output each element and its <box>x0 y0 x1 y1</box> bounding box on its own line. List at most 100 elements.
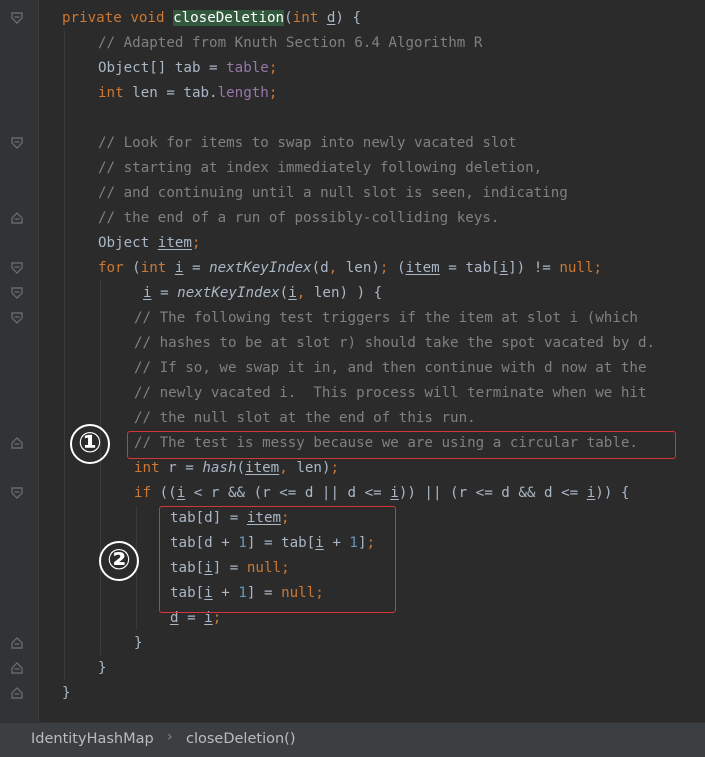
code-line[interactable]: } <box>62 681 71 706</box>
code-line[interactable]: Object item; <box>98 231 201 256</box>
code-token: ; <box>593 260 603 276</box>
code-token: i <box>586 485 596 501</box>
indent-guide <box>64 31 65 680</box>
annotation-marker-1: ① <box>70 424 110 464</box>
code-token: // starting at index immediately followi… <box>98 160 543 176</box>
code-token: // hashes to be at slot r) should take t… <box>134 335 656 351</box>
code-token: i <box>176 485 186 501</box>
fold-end-icon[interactable] <box>11 437 23 449</box>
code-token: = <box>151 285 178 301</box>
code-token: closeDeletion <box>173 10 285 26</box>
fold-collapse-icon[interactable] <box>11 312 23 324</box>
code-line[interactable]: Object[] tab = table; <box>98 56 277 81</box>
code-line[interactable]: // and continuing until a null slot is s… <box>98 181 568 206</box>
code-token: < r && (r <= d || d <= <box>185 485 391 501</box>
code-token: r = <box>168 460 203 476</box>
code-line[interactable]: // newly vacated i. This process will te… <box>134 381 647 406</box>
code-token: int <box>292 10 327 26</box>
code-token: int <box>140 260 175 276</box>
fold-collapse-icon[interactable] <box>11 487 23 499</box>
code-token: item <box>245 460 280 476</box>
fold-end-icon[interactable] <box>11 637 23 649</box>
code-token: )) || (r <= d && d <= <box>398 485 587 501</box>
code-token: ( <box>284 10 293 26</box>
code-token: (d <box>311 260 329 276</box>
code-token: void <box>130 10 174 26</box>
fold-end-icon[interactable] <box>11 662 23 674</box>
fold-end-icon[interactable] <box>11 687 23 699</box>
highlight-box-comment <box>127 431 676 459</box>
code-token: i <box>390 485 399 501</box>
code-token: Object <box>98 235 158 251</box>
chevron-right-icon: › <box>167 729 173 745</box>
fold-collapse-icon[interactable] <box>11 12 23 24</box>
breadcrumb-method[interactable]: closeDeletion() <box>186 731 295 747</box>
code-line[interactable]: // hashes to be at slot r) should take t… <box>134 331 655 356</box>
editor-gutter <box>0 0 39 722</box>
code-editor[interactable]: private void closeDeletion(int d) {// Ad… <box>0 0 705 722</box>
code-token: len) ) { <box>313 285 383 301</box>
code-token: // the end of a run of possibly-collidin… <box>98 210 500 226</box>
fold-collapse-icon[interactable] <box>11 262 23 274</box>
code-token: , <box>328 260 346 276</box>
code-line[interactable]: // starting at index immediately followi… <box>98 156 542 181</box>
highlight-box-swap-block <box>159 506 396 613</box>
fold-end-icon[interactable] <box>11 212 23 224</box>
code-token: } <box>62 685 71 701</box>
code-token: ) { <box>335 10 361 26</box>
code-token: // The following test triggers if the it… <box>134 310 638 326</box>
code-token: hash <box>202 460 237 476</box>
fold-collapse-icon[interactable] <box>11 137 23 149</box>
code-token: len = tab. <box>132 85 218 101</box>
code-token: i <box>143 285 152 301</box>
code-token: nextKeyIndex <box>209 260 312 276</box>
code-token: len) <box>296 460 331 476</box>
code-token: ( <box>279 285 289 301</box>
code-line[interactable]: if ((i < r && (r <= d || d <= i)) || (r … <box>134 481 629 506</box>
code-token: // If so, we swap it in, and then contin… <box>134 360 647 376</box>
code-token: private <box>62 10 131 26</box>
code-token: if <box>134 485 160 501</box>
code-line[interactable]: // Adapted from Knuth Section 6.4 Algori… <box>98 31 482 56</box>
code-line[interactable]: i = nextKeyIndex(i, len) ) { <box>143 281 382 306</box>
code-token: ; <box>268 60 278 76</box>
code-token: table <box>226 60 269 76</box>
code-line[interactable]: private void closeDeletion(int d) { <box>62 6 361 31</box>
code-token: Object[] tab = <box>98 60 227 76</box>
code-token: , <box>296 285 314 301</box>
code-line[interactable]: // The following test triggers if the it… <box>134 306 638 331</box>
code-token: // Look for items to swap into newly vac… <box>98 135 517 151</box>
code-line[interactable]: // Look for items to swap into newly vac… <box>98 131 517 156</box>
code-token: // newly vacated i. This process will te… <box>134 385 647 401</box>
code-token: ( <box>132 260 141 276</box>
code-line[interactable]: } <box>98 656 107 681</box>
code-line[interactable]: for (int i = nextKeyIndex(d, len); (item… <box>98 256 602 281</box>
code-token: )) { <box>595 485 630 501</box>
code-line[interactable]: // If so, we swap it in, and then contin… <box>134 356 647 381</box>
code-token: i <box>499 260 509 276</box>
code-line[interactable]: } <box>134 631 143 656</box>
code-token: for <box>98 260 133 276</box>
code-token: ; <box>191 235 201 251</box>
code-token: } <box>98 660 107 676</box>
code-token: nextKeyIndex <box>177 285 280 301</box>
code-token: , <box>279 460 297 476</box>
breadcrumb: IdentityHashMap › closeDeletion() <box>0 722 705 757</box>
breadcrumb-class[interactable]: IdentityHashMap <box>31 731 154 747</box>
code-token: item <box>157 235 192 251</box>
code-token: = tab[ <box>439 260 500 276</box>
code-line[interactable]: int len = tab.length; <box>98 81 277 106</box>
code-token: ; <box>379 260 398 276</box>
indent-guide <box>100 280 101 655</box>
code-token: null <box>559 260 594 276</box>
code-line[interactable]: int r = hash(item, len); <box>134 456 339 481</box>
code-token: = <box>183 260 210 276</box>
code-line[interactable]: // the null slot at the end of this run. <box>134 406 476 431</box>
code-token: ; <box>268 85 278 101</box>
annotation-marker-2: ② <box>99 541 139 581</box>
code-token: len) <box>345 260 380 276</box>
code-line[interactable]: // the end of a run of possibly-collidin… <box>98 206 499 231</box>
fold-collapse-icon[interactable] <box>11 287 23 299</box>
code-token: // and continuing until a null slot is s… <box>98 185 568 201</box>
code-token: } <box>134 635 143 651</box>
